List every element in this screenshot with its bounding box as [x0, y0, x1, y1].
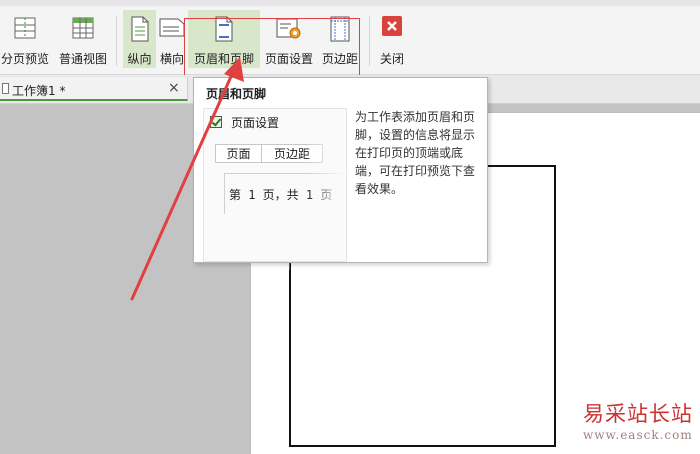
preview-dialog-title: 页面设置 — [231, 116, 280, 130]
workbook-tab-name: 工作簿1 * — [12, 84, 66, 98]
document-icon — [2, 83, 9, 94]
portrait-page-icon — [130, 16, 150, 45]
tooltip-description: 为工作表添加页眉和页脚，设置的信息将显示在打印页的顶端或底端，可在打印预览下查看… — [355, 110, 476, 196]
landscape-button[interactable]: 横向 — [158, 10, 186, 68]
page-break-preview-icon — [13, 16, 37, 43]
close-tab-icon[interactable]: × — [168, 80, 180, 96]
close-preview-button[interactable]: 关闭 — [377, 10, 407, 68]
close-label: 关闭 — [379, 52, 404, 66]
watermark: 易采站长站 www.easck.com — [583, 398, 700, 442]
preview-tab-page: 页面 — [215, 144, 262, 163]
tooltip-title: 页眉和页脚 — [206, 87, 267, 101]
portrait-button[interactable]: 纵向 — [123, 10, 156, 68]
page-break-preview-label: 分页预览 — [0, 52, 49, 66]
preview-fade — [306, 109, 346, 261]
page-layout-ribbon: 分页预览 普通视图 纵向 横向 页眉和页脚 页面设置 页边距 关闭 — [0, 6, 700, 76]
page-setup-preview-image: 页面设置 页面 页边距 第 1 页，共 1 页 — [203, 108, 347, 262]
highlight-box — [184, 18, 360, 76]
close-red-icon — [382, 16, 402, 39]
ribbon-separator — [116, 16, 117, 66]
portrait-label: 纵向 — [127, 52, 152, 66]
page-break-preview-button[interactable]: 分页预览 — [0, 10, 50, 68]
ribbon-separator — [369, 16, 370, 66]
landscape-page-icon — [159, 16, 185, 41]
checkbox-icon — [210, 116, 222, 128]
crop-mark — [289, 262, 290, 270]
normal-view-label: 普通视图 — [58, 52, 107, 66]
grid-view-icon — [71, 16, 95, 43]
workbook-tab[interactable]: 工作簿1 * × — [0, 77, 188, 101]
landscape-label: 横向 — [159, 52, 184, 66]
header-footer-tooltip: 页眉和页脚 页面设置 页面 页边距 第 1 页，共 1 页 为工作表添加页眉和页… — [193, 77, 488, 263]
normal-view-button[interactable]: 普通视图 — [56, 10, 110, 68]
watermark-url: www.easck.com — [583, 428, 693, 442]
watermark-cn: 易采站长站 — [583, 402, 693, 426]
